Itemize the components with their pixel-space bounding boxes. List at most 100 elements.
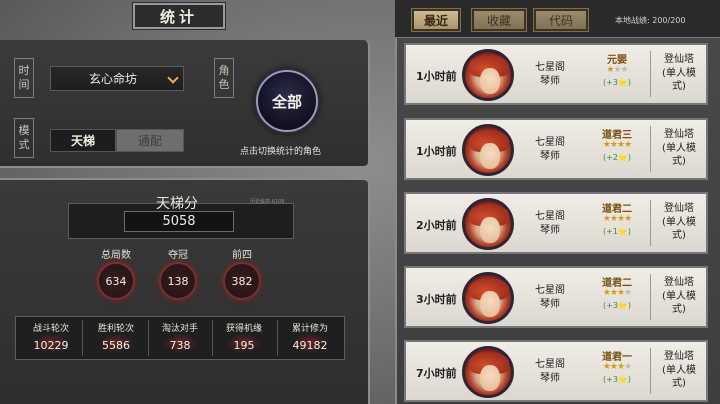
tab-favorites[interactable]: 收藏 [471, 8, 527, 32]
star-icon: ★ [609, 362, 618, 372]
star-icon: ★ [602, 362, 611, 372]
star-icon: ★ [624, 214, 632, 224]
ladder-score: 5058 [124, 211, 234, 232]
role-hint: 点击切换统计的角色 [240, 147, 322, 157]
bstat-value-battle-rounds: 10229 [33, 339, 69, 352]
record-time: 1小时前 [416, 145, 457, 158]
record-rank: 道君三 [602, 130, 632, 141]
match-record-card[interactable]: 1小时前 七星阁 琴师 道君三 ★★★★ (+2⭐) 登仙塔 (单人模 式) [404, 118, 708, 180]
time-label: 时间 [14, 58, 34, 98]
star-icon: ★ [609, 140, 618, 150]
record-faction: 七星阁 [535, 62, 565, 73]
record-faction: 七星阁 [535, 137, 565, 148]
divider [212, 320, 213, 356]
mode-tab-ladder[interactable]: 天梯 [50, 129, 116, 152]
bstat-label-cultivation: 累计修为 [291, 324, 328, 334]
bstat-value-eliminated: 738 [169, 339, 191, 352]
local-records-count: 本地战绩: 200/200 [615, 16, 686, 25]
star-delta: (+3⭐) [603, 301, 631, 310]
match-record-card[interactable]: 7小时前 七星阁 琴师 道君一 ★★★★ (+3⭐) 登仙塔 (单人模 式) [404, 340, 708, 402]
avatar-face [480, 143, 500, 169]
match-record-card[interactable]: 1小时前 七星阁 琴师 元婴 ★★★ (+3⭐) 登仙塔 (单人模 式) [404, 43, 708, 105]
bstat-value-win-rounds: 5586 [102, 339, 130, 352]
ladder-best-note: 历史最高:6108 [250, 199, 285, 205]
stat-value-top4: 382 [223, 262, 261, 300]
record-mode: 登仙塔 (单人模 式) [662, 54, 696, 92]
stat-value-champion: 138 [159, 262, 197, 300]
chevron-down-icon [167, 72, 179, 84]
bstat-value-cultivation: 49182 [292, 339, 328, 352]
star-delta: (+1⭐) [603, 227, 631, 236]
record-faction: 七星阁 [535, 359, 565, 370]
faction-dropdown[interactable]: 玄心命坊 [50, 66, 184, 91]
star-rating: ★★★★ [592, 288, 642, 298]
ladder-title: 天梯分 [156, 196, 198, 212]
star-icon: ★ [602, 214, 611, 224]
stat-label-champion: 夺冠 [168, 250, 188, 261]
record-role: 琴师 [540, 151, 560, 162]
divider [650, 126, 651, 172]
record-rank: 道君二 [602, 204, 632, 215]
star-delta: (+3⭐) [603, 78, 631, 87]
avatar [462, 272, 514, 324]
mode-tab-normal[interactable]: 通配 [116, 129, 184, 152]
record-faction: 七星阁 [535, 285, 565, 296]
match-record-card[interactable]: 2小时前 七星阁 琴师 道君二 ★★★★ (+1⭐) 登仙塔 (单人模 式) [404, 192, 708, 254]
record-role: 琴师 [540, 76, 560, 87]
match-record-card[interactable]: 3小时前 七星阁 琴师 道君二 ★★★★ (+3⭐) 登仙塔 (单人模 式) [404, 266, 708, 328]
star-icon: ★ [602, 140, 611, 150]
avatar [462, 346, 514, 398]
bstat-label-eliminated: 淘汰对手 [161, 324, 198, 334]
star-icon: ★ [602, 288, 611, 298]
divider [650, 348, 651, 394]
star-icon: ★ [613, 65, 621, 75]
tab-recent[interactable]: 最近 [411, 8, 461, 32]
record-mode: 登仙塔 (单人模 式) [662, 203, 696, 241]
record-time: 1小时前 [416, 70, 457, 83]
star-icon: ★ [620, 65, 629, 75]
record-mode: 登仙塔 (单人模 式) [662, 351, 696, 389]
star-icon: ★ [624, 140, 632, 150]
record-role: 琴师 [540, 299, 560, 310]
all-roles-button[interactable]: 全部 [256, 70, 318, 132]
record-rank: 道君一 [602, 352, 632, 363]
stat-label-top4: 前四 [232, 250, 252, 261]
mode-label: 模式 [14, 118, 34, 158]
record-mode: 登仙塔 (单人模 式) [662, 129, 696, 167]
stat-value-total: 634 [97, 262, 135, 300]
divider [650, 51, 651, 97]
record-faction: 七星阁 [535, 211, 565, 222]
avatar-face [480, 365, 500, 391]
bstat-label-battle-rounds: 战斗轮次 [32, 324, 69, 334]
star-rating: ★★★★ [592, 214, 642, 224]
stat-label-total: 总局数 [101, 250, 131, 261]
avatar-face [480, 68, 500, 94]
record-rank: 元婴 [607, 55, 627, 66]
role-label: 角色 [214, 58, 234, 98]
divider [148, 320, 149, 356]
tab-code[interactable]: 代码 [533, 8, 589, 32]
avatar-face [480, 291, 500, 317]
avatar-face [480, 217, 500, 243]
record-role: 琴师 [540, 225, 560, 236]
star-icon: ★ [609, 288, 618, 298]
record-mode: 登仙塔 (单人模 式) [662, 277, 696, 315]
star-icon: ★ [624, 362, 632, 372]
divider [650, 274, 651, 320]
divider [650, 200, 651, 246]
faction-dropdown-value: 玄心命坊 [89, 72, 138, 86]
avatar [462, 124, 514, 176]
divider [277, 320, 278, 356]
divider [82, 320, 83, 356]
star-delta: (+3⭐) [603, 375, 631, 384]
avatar [462, 198, 514, 250]
star-icon: ★ [624, 288, 632, 298]
page-title: 统计 [132, 2, 226, 30]
bstat-label-fortune: 获得机缘 [225, 324, 262, 334]
avatar [462, 49, 514, 101]
star-rating: ★★★ [592, 65, 642, 75]
bstat-label-win-rounds: 胜利轮次 [97, 324, 134, 334]
star-icon: ★ [609, 214, 618, 224]
record-time: 7小时前 [416, 367, 457, 380]
star-rating: ★★★★ [592, 362, 642, 372]
